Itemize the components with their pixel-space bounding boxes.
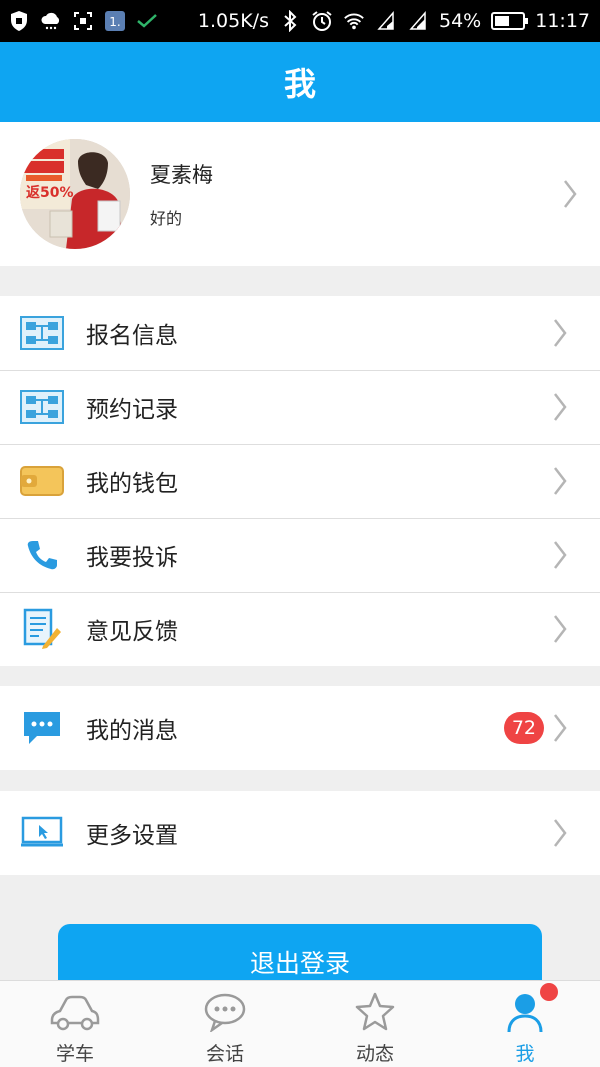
avatar-promo-text: 返50% — [26, 185, 74, 201]
registration-icon — [20, 311, 64, 355]
clock: 11:17 — [535, 10, 590, 32]
appointment-icon — [20, 385, 64, 429]
chat-icon — [197, 991, 253, 1033]
bluetooth-icon — [279, 10, 301, 32]
message-icon — [20, 706, 64, 750]
menu-group-messages: 我的消息 72 — [0, 686, 600, 770]
wallet-icon — [20, 459, 64, 503]
tab-label: 学车 — [55, 1043, 94, 1065]
menu-item-label: 意见反馈 — [86, 619, 178, 645]
avatar: 返50% — [20, 139, 130, 249]
alarm-icon — [311, 10, 333, 32]
menu-item-label: 我的消息 — [86, 718, 178, 744]
network-speed: 1.05K/s — [197, 10, 269, 32]
phone-icon — [20, 533, 64, 577]
screenshot-icon — [72, 10, 94, 32]
menu-item-wallet[interactable]: 我的钱包 — [0, 444, 600, 518]
signal-icon — [407, 10, 429, 32]
tab-me[interactable]: 我 — [450, 981, 600, 1067]
menu-group-settings: 更多设置 — [0, 791, 600, 875]
chevron-right-icon — [552, 318, 568, 348]
cloud-icon — [40, 10, 62, 32]
profile-name: 夏素梅 — [150, 163, 213, 187]
menu-item-label: 我的钱包 — [86, 471, 178, 497]
wifi-icon — [343, 10, 365, 32]
battery-percent: 54% — [439, 10, 482, 32]
car-icon — [47, 991, 103, 1033]
menu-item-label: 预约记录 — [86, 397, 178, 423]
notification-dot — [540, 983, 558, 1001]
chevron-right-icon — [552, 713, 568, 743]
chevron-right-icon — [552, 614, 568, 644]
battery-icon — [491, 12, 529, 30]
svg-text:1.: 1. — [109, 15, 120, 29]
settings-icon — [20, 811, 64, 855]
menu-item-settings[interactable]: 更多设置 — [0, 791, 600, 875]
unread-badge: 72 — [503, 712, 544, 744]
bottom-tab-bar: 学车 会话 动态 我 — [0, 980, 600, 1067]
menu-item-label: 更多设置 — [86, 823, 178, 849]
profile-signature: 好的 — [150, 209, 183, 228]
check-icon — [136, 10, 158, 32]
star-icon — [347, 991, 403, 1033]
menu-item-messages[interactable]: 我的消息 72 — [0, 686, 600, 770]
profile-card[interactable]: 返50% 夏素梅 好的 — [0, 122, 600, 266]
chevron-right-icon — [552, 392, 568, 422]
page-title: 我 — [283, 65, 316, 103]
menu-group-main: 报名信息 预约记录 我的钱包 我要投诉 意见反馈 — [0, 296, 600, 666]
menu-item-complaint[interactable]: 我要投诉 — [0, 518, 600, 592]
shield-icon — [8, 10, 30, 32]
tab-moments[interactable]: 动态 — [300, 981, 450, 1067]
chevron-right-icon — [552, 818, 568, 848]
status-bar: 1. 1.05K/s 54% 11:17 — [0, 0, 600, 42]
menu-item-registration[interactable]: 报名信息 — [0, 296, 600, 370]
chevron-right-icon — [552, 540, 568, 570]
menu-item-label: 我要投诉 — [86, 545, 178, 571]
tab-label: 会话 — [205, 1043, 244, 1065]
logout-label: 退出登录 — [249, 949, 350, 978]
app-header: 我 — [0, 42, 600, 122]
chevron-right-icon — [552, 466, 568, 496]
chevron-right-icon — [562, 179, 578, 209]
app-notification-icon: 1. — [104, 10, 126, 32]
menu-item-feedback[interactable]: 意见反馈 — [0, 592, 600, 666]
tab-label: 动态 — [355, 1043, 394, 1065]
menu-item-label: 报名信息 — [86, 323, 178, 349]
tab-learn-driving[interactable]: 学车 — [0, 981, 150, 1067]
menu-item-appointment[interactable]: 预约记录 — [0, 370, 600, 444]
feedback-icon — [20, 607, 64, 651]
signal-icon — [375, 10, 397, 32]
tab-label: 我 — [515, 1043, 535, 1065]
tab-chat[interactable]: 会话 — [150, 981, 300, 1067]
